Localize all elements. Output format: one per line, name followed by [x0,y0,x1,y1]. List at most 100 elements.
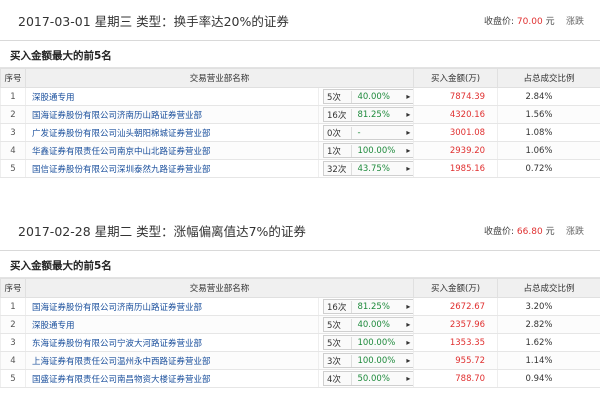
row-index: 2 [0,315,26,334]
buy-amount: 7874.39 [413,87,498,106]
section-subtitle: 买入金额最大的前5名 [0,41,600,68]
count-value: 16次 [324,108,353,121]
broker-name-link[interactable]: 国海证券股份有限公司济南历山路证券营业部 [25,297,319,316]
row-index: 1 [0,297,26,316]
col-broker: 交易营业部名称 [24,68,415,88]
row-index: 5 [0,159,26,178]
count-cell: 4次 50.00% ▸ [317,369,414,388]
volume-ratio: 1.14% [497,351,600,370]
count-value: 3次 [324,354,353,367]
caret-right-icon: ▸ [406,338,411,347]
row-index: 1 [0,87,26,106]
count-dropdown[interactable]: 0次 - ▸ [323,125,414,140]
count-value: 16次 [324,300,353,313]
table-row[interactable]: 5 国盛证券有限责任公司南昌物资大楼证券营业部 4次 50.00% ▸ 788.70 0.9… [0,369,600,388]
col-amount: 买入金额(万) [413,278,499,298]
volume-ratio: 1.08% [497,123,600,142]
panel-header: 2017-02-28 星期二 类型：涨幅偏离值达7%的证券 收盘价: 66.80… [0,210,600,251]
count-dropdown[interactable]: 4次 50.00% ▸ [323,371,414,386]
caret-right-icon: ▸ [406,146,411,155]
buy-amount: 955.72 [413,351,498,370]
count-dropdown[interactable]: 3次 100.00% ▸ [323,353,414,368]
count-dropdown[interactable]: 5次 40.00% ▸ [323,89,414,104]
buy-amount: 2357.96 [413,315,498,334]
count-dropdown[interactable]: 1次 100.00% ▸ [323,143,414,158]
win-rate: 81.25% [357,109,390,120]
table-row[interactable]: 2 国海证券股份有限公司济南历山路证券营业部 16次 81.25% ▸ 4320.16 1.… [0,105,600,124]
caret-right-icon: ▸ [406,320,411,329]
col-amount: 买入金额(万) [413,68,499,88]
win-rate: 100.00% [357,145,396,156]
count-cell: 0次 - ▸ [317,123,414,142]
volume-ratio: 0.72% [497,159,600,178]
count-cell: 1次 100.00% ▸ [317,141,414,160]
row-index: 5 [0,369,26,388]
broker-name-link[interactable]: 深股通专用 [25,315,319,334]
count-value: 4次 [324,372,353,385]
close-price: 收盘价: 66.80 元 [484,227,555,237]
panel-header: 2017-03-01 星期三 类型：换手率达20%的证券 收盘价: 70.00 … [0,0,600,41]
count-dropdown[interactable]: 5次 40.00% ▸ [323,317,414,332]
win-rate: 40.00% [357,91,390,102]
broker-table: 序号 交易营业部名称 买入金额(万) 占总成交比例 1 深股通专用 5次 40.00%… [0,68,600,178]
table-row[interactable]: 3 东海证券股份有限公司宁波大河路证券营业部 5次 100.00% ▸ 1353.35 1.… [0,333,600,352]
count-value: 32次 [324,162,353,175]
count-dropdown[interactable]: 32次 43.75% ▸ [323,161,414,176]
caret-right-icon: ▸ [406,356,411,365]
count-cell: 16次 81.25% ▸ [317,297,414,316]
more-label[interactable]: 涨跌 [566,224,584,237]
broker-name-link[interactable]: 国海证券股份有限公司济南历山路证券营业部 [25,105,319,124]
caret-right-icon: ▸ [406,92,411,101]
lhb-panel-2: 2017-02-28 星期二 类型：涨幅偏离值达7%的证券 收盘价: 66.80… [0,210,600,405]
buy-amount: 1353.35 [413,333,498,352]
win-rate: 40.00% [357,319,390,330]
more-label[interactable]: 涨跌 [566,14,584,27]
broker-name-link[interactable]: 国信证券股份有限公司深圳泰然九路证券营业部 [25,159,319,178]
table-row[interactable]: 4 上海证券有限责任公司温州永中西路证券营业部 3次 100.00% ▸ 955.72 1.… [0,351,600,370]
col-ratio: 占总成交比例 [497,68,600,88]
buy-amount: 2939.20 [413,141,498,160]
table-row[interactable]: 1 国海证券股份有限公司济南历山路证券营业部 16次 81.25% ▸ 2672.67 3.… [0,297,600,316]
count-cell: 5次 40.00% ▸ [317,315,414,334]
table-row[interactable]: 1深股通专用5次40.00%▸?7874.392.84% [0,87,600,106]
table-row[interactable]: 2 深股通专用 5次 40.00% ▸ 2357.96 2.82% [0,315,600,334]
row-index: 4 [0,141,26,160]
count-cell: 3次 100.00% ▸ [317,351,414,370]
row-index: 3 [0,333,26,352]
win-rate: 43.75% [357,163,390,174]
broker-name-link[interactable]: 广发证券股份有限公司汕头朝阳棉城证券营业部 [25,123,319,142]
close-price: 收盘价: 70.00 元 [484,17,555,27]
caret-right-icon: ▸ [406,110,411,119]
table-row[interactable]: 5 国信证券股份有限公司深圳泰然九路证券营业部 32次 43.75% ▸ 1985.16 0… [0,159,600,178]
win-rate: - [357,127,361,138]
caret-right-icon: ▸ [406,164,411,173]
row-index: 2 [0,105,26,124]
buy-amount: 788.70 [413,369,498,388]
broker-name-link[interactable]: 东海证券股份有限公司宁波大河路证券营业部 [25,333,319,352]
broker-name-link[interactable]: 深股通专用 [25,87,319,106]
volume-ratio: 1.62% [497,333,600,352]
count-dropdown[interactable]: 16次 81.25% ▸ [323,107,414,122]
count-value: 1次 [324,144,353,157]
broker-name-link[interactable]: 华鑫证券有限责任公司南京中山北路证券营业部 [25,141,319,160]
volume-ratio: 3.20% [497,297,600,316]
volume-ratio: 2.84% [497,87,600,106]
broker-table: 序号 交易营业部名称 买入金额(万) 占总成交比例 1 国海证券股份有限公司济南历… [0,278,600,388]
count-cell: 16次 81.25% ▸ [317,105,414,124]
buy-amount: 2672.67 [413,297,498,316]
count-dropdown[interactable]: 16次 81.25% ▸ [323,299,414,314]
win-rate: 81.25% [357,301,390,312]
broker-name-link[interactable]: 国盛证券有限责任公司南昌物资大楼证券营业部 [25,369,319,388]
count-value: 5次 [324,318,353,331]
col-broker: 交易营业部名称 [24,278,415,298]
volume-ratio: 2.82% [497,315,600,334]
count-dropdown[interactable]: 5次 100.00% ▸ [323,335,414,350]
lhb-panel-1: 2017-03-01 星期三 类型：换手率达20%的证券 收盘价: 70.00 … [0,0,600,200]
win-rate: 100.00% [357,337,396,348]
row-index: 4 [0,351,26,370]
table-row[interactable]: 4 华鑫证券有限责任公司南京中山北路证券营业部 1次 100.00% ▸ 2939.20 1… [0,141,600,160]
count-cell: 32次 43.75% ▸ [317,159,414,178]
row-index: 3 [0,123,26,142]
broker-name-link[interactable]: 上海证券有限责任公司温州永中西路证券营业部 [25,351,319,370]
table-row[interactable]: 3 广发证券股份有限公司汕头朝阳棉城证券营业部 0次 - ▸ 3001.08 1.08% [0,123,600,142]
